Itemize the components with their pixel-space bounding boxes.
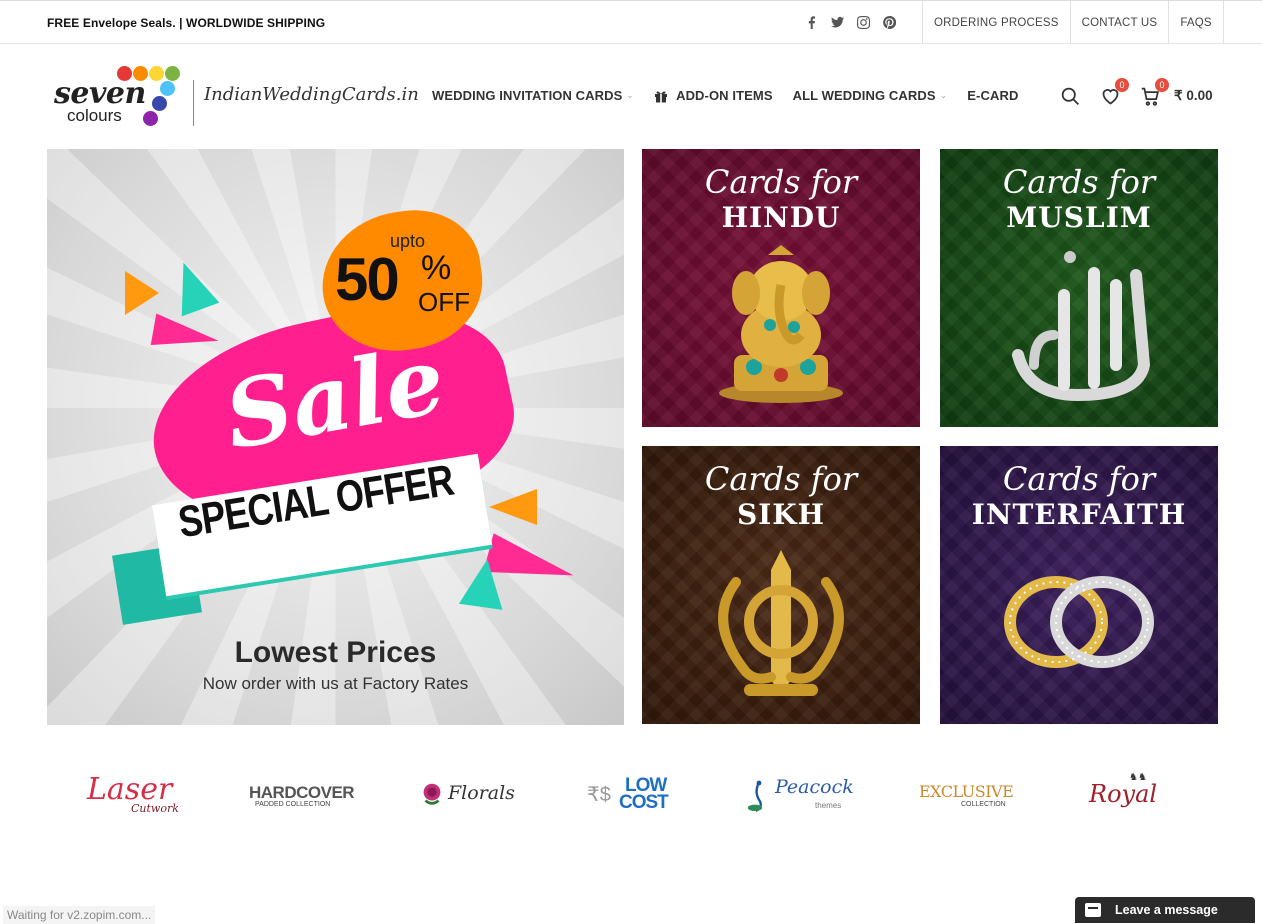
category-label-2: COST xyxy=(619,792,669,813)
lowest-prices-text: Lowest Prices xyxy=(234,636,437,669)
cart-total[interactable]: ₹ 0.00 xyxy=(1174,88,1213,104)
decor-triangle xyxy=(458,556,510,610)
logo-dot xyxy=(143,111,158,126)
nav-wedding-invitation-cards[interactable]: WEDDING INVITATION CARDS ⌄ xyxy=(432,88,634,103)
social-links xyxy=(804,14,896,30)
religion-name: MUSLIM xyxy=(1006,201,1152,234)
browser-status-text: Waiting for v2.zopim.com... xyxy=(3,906,156,924)
promo-text: FREE Envelope Seals. | WORLDWIDE SHIPPIN… xyxy=(47,16,326,30)
cards-for-text: Cards for xyxy=(1002,163,1156,201)
chevron-down-icon: ⌄ xyxy=(626,90,635,100)
decor-triangle xyxy=(125,271,159,315)
category-sublabel: COLLECTION xyxy=(961,801,1006,808)
header-actions: 0 0 ₹ 0.00 xyxy=(1058,78,1213,108)
wishlist-count-badge: 0 xyxy=(1115,78,1129,92)
category-peacock[interactable]: Peacock themes xyxy=(747,770,857,820)
logo-divider xyxy=(193,80,194,126)
instagram-icon[interactable] xyxy=(856,14,870,30)
allah-calligraphy-icon xyxy=(1012,251,1151,402)
currency-icon: ₹$ xyxy=(587,784,611,806)
chat-label: Leave a message xyxy=(1115,903,1218,917)
nav-all-wedding-cards[interactable]: ALL WEDDING CARDS ⌄ xyxy=(793,88,948,103)
nav-label: ALL WEDDING CARDS xyxy=(792,88,936,103)
cards-for-text: Cards for xyxy=(704,163,858,201)
peacock-icon xyxy=(747,780,763,813)
logo-dot xyxy=(152,96,167,111)
ordering-process-link[interactable]: ORDERING PROCESS xyxy=(923,1,1071,44)
nav-label: WEDDING INVITATION CARDS xyxy=(432,88,623,103)
logo-word-colours: colours xyxy=(67,106,122,125)
logo-dot xyxy=(133,66,148,81)
category-exclusive[interactable]: EXCLUSIVE COLLECTION xyxy=(917,770,1019,820)
religion-name: SIKH xyxy=(736,498,826,531)
category-label: HARDCOVER xyxy=(249,783,355,802)
category-label: Florals xyxy=(448,782,515,804)
rose-icon xyxy=(423,783,441,805)
interfaith-cards-banner[interactable]: Cards for INTERFAITH xyxy=(940,446,1218,724)
main-nav: WEDDING INVITATION CARDS ⌄ ADD-ON ITEMS … xyxy=(432,88,1038,103)
facebook-icon[interactable] xyxy=(804,14,818,30)
chevron-down-icon: ⌄ xyxy=(939,90,948,100)
top-bar: FREE Envelope Seals. | WORLDWIDE SHIPPIN… xyxy=(0,0,1262,44)
category-sublabel: themes xyxy=(815,801,842,810)
pinterest-icon[interactable] xyxy=(882,14,896,30)
khanda-icon xyxy=(718,550,844,696)
nav-e-card[interactable]: E-CARD xyxy=(967,88,1018,103)
logo-dot xyxy=(117,66,132,81)
category-low-cost[interactable]: ₹$ LOW COST xyxy=(585,770,675,820)
sale-banner[interactable]: upto 50 % OFF Sale SPECIAL OFFER Lowest … xyxy=(47,149,624,725)
site-header: seven colours IndianWeddingCards.in WEDD… xyxy=(0,44,1262,149)
category-label: EXCLUSIVE xyxy=(919,782,1014,801)
faqs-link[interactable]: FAQS xyxy=(1169,1,1224,44)
logo-dot xyxy=(160,81,175,96)
category-strip: Laser Cutwork HARDCOVER PADDED COLLECTIO… xyxy=(47,770,1218,820)
discount-value: 50 xyxy=(335,246,400,313)
hindu-cards-banner[interactable]: Cards for HINDU xyxy=(642,149,920,427)
site-logo[interactable]: seven colours IndianWeddingCards.in xyxy=(54,64,419,130)
category-florals[interactable]: Florals xyxy=(414,770,518,820)
factory-rates-text: Now order with us at Factory Rates xyxy=(202,674,469,693)
wishlist-icon[interactable]: 0 xyxy=(1098,78,1129,108)
leave-message-widget[interactable]: Leave a message xyxy=(1075,897,1255,923)
logo-site-name: IndianWeddingCards.in xyxy=(204,84,419,105)
gift-icon xyxy=(655,91,668,102)
nav-label: E-CARD xyxy=(967,88,1019,103)
twitter-icon[interactable] xyxy=(830,14,844,30)
cart-icon[interactable]: 0 xyxy=(1138,78,1169,108)
religion-name: INTERFAITH xyxy=(971,498,1187,531)
decor-triangle xyxy=(489,489,537,525)
nav-add-on-items[interactable]: ADD-ON ITEMS xyxy=(654,88,773,103)
search-icon[interactable] xyxy=(1058,84,1082,108)
logo-dot xyxy=(149,66,164,81)
off-text: OFF xyxy=(418,287,470,317)
wedding-rings-icon xyxy=(1004,576,1154,668)
category-royal[interactable]: ♞♞ Royal xyxy=(1087,770,1183,820)
nav-label: ADD-ON ITEMS xyxy=(676,88,773,103)
category-hardcover[interactable]: HARDCOVER PADDED COLLECTION xyxy=(243,770,355,820)
sikh-cards-banner[interactable]: Cards for SIKH xyxy=(642,446,920,724)
chat-icon xyxy=(1085,903,1101,917)
cards-for-text: Cards for xyxy=(1002,460,1156,498)
ganesha-idol-icon xyxy=(719,245,843,403)
cart-count-badge: 0 xyxy=(1155,78,1169,92)
cards-for-text: Cards for xyxy=(704,460,858,498)
category-laser[interactable]: Laser Cutwork xyxy=(83,770,183,820)
logo-dot xyxy=(165,66,180,81)
muslim-cards-banner[interactable]: Cards for MUSLIM xyxy=(940,149,1218,427)
category-sublabel: PADDED COLLECTION xyxy=(255,801,331,808)
category-label: Royal xyxy=(1089,780,1158,808)
top-nav: ORDERING PROCESS CONTACT US FAQS xyxy=(922,1,1224,44)
contact-us-link[interactable]: CONTACT US xyxy=(1071,1,1170,44)
percent-sign: % xyxy=(421,249,452,287)
category-sublabel: Cutwork xyxy=(131,802,179,815)
category-label: Peacock xyxy=(775,776,854,798)
religion-name: HINDU xyxy=(721,201,841,234)
